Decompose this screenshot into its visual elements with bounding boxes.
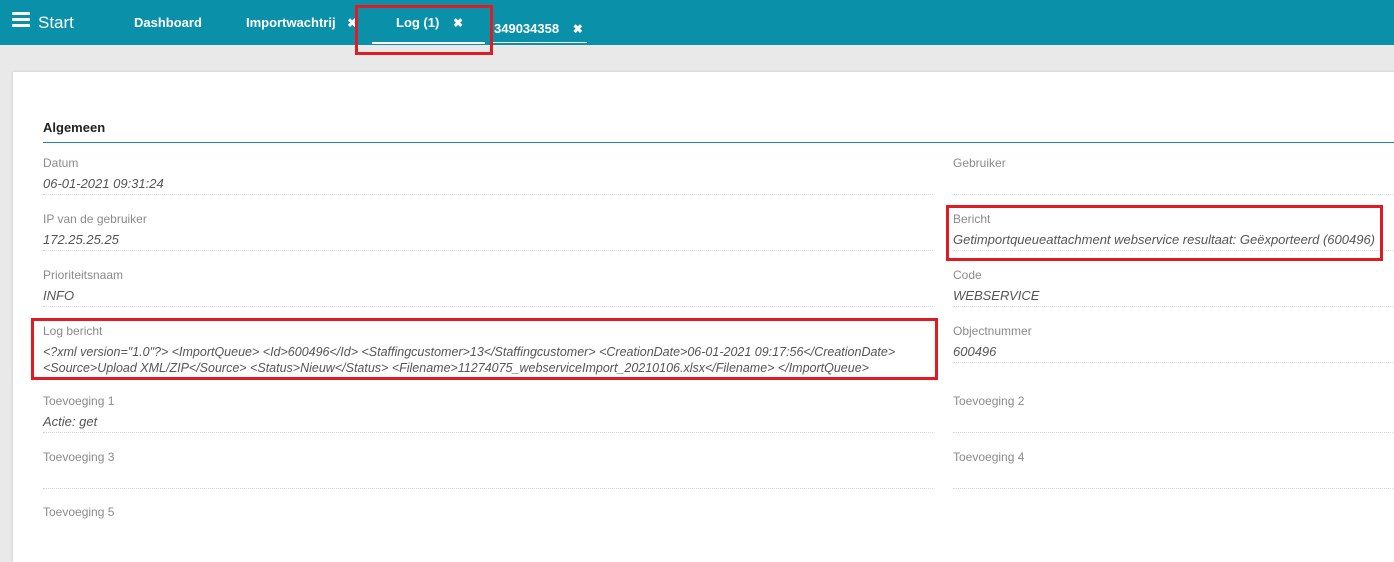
field-value: 172.25.25.25 xyxy=(43,232,119,247)
top-bar: Start Dashboard Importwachtrij ✖ Log (1)… xyxy=(0,0,1394,45)
field-value: INFO xyxy=(43,288,75,303)
field-gebruiker: Gebruiker xyxy=(953,156,1393,196)
field-bericht: Bericht Getimportqueueattachment webserv… xyxy=(953,212,1393,252)
field-value-line-2: <Source>Upload XML/ZIP</Source> <Status>… xyxy=(43,361,869,375)
field-divider xyxy=(43,432,933,434)
field-label: IP van de gebruiker xyxy=(43,212,147,226)
section-title: Algemeen xyxy=(43,120,106,135)
start-label[interactable]: Start xyxy=(38,13,74,33)
tab-log[interactable]: Log (1) ✖ xyxy=(396,15,463,30)
field-label: Code xyxy=(953,268,982,282)
field-label: Prioriteitsnaam xyxy=(43,268,124,282)
tab-label: 349034358 xyxy=(494,21,560,36)
tab-label: Dashboard xyxy=(134,15,202,30)
field-datum: Datum 06-01-2021 09:31:24 xyxy=(43,156,933,196)
field-label: Toevoeging 3 xyxy=(43,450,115,464)
field-label: Toevoeging 2 xyxy=(953,394,1025,408)
close-icon[interactable]: ✖ xyxy=(573,22,583,36)
close-icon[interactable]: ✖ xyxy=(453,16,463,30)
tab-349034358[interactable]: 349034358 ✖ xyxy=(494,21,583,36)
field-divider xyxy=(953,306,1393,308)
close-icon[interactable]: ✖ xyxy=(347,16,357,30)
field-code: Code WEBSERVICE xyxy=(953,268,1393,308)
field-objectnummer: Objectnummer 600496 xyxy=(953,324,1393,364)
field-log-bericht: Log bericht <?xml version="1.0"?> <Impor… xyxy=(43,324,953,384)
tab-importwachtrij[interactable]: Importwachtrij ✖ xyxy=(246,15,357,30)
field-prioriteitsnaam: Prioriteitsnaam INFO xyxy=(43,268,933,308)
active-tab-indicator xyxy=(372,42,485,44)
field-value: Actie: get xyxy=(43,414,98,429)
field-value-line-1: <?xml version="1.0"?> <ImportQueue> <Id>… xyxy=(43,345,896,359)
field-label: Log bericht xyxy=(43,324,103,338)
field-divider xyxy=(43,488,933,490)
field-value: Getimportqueueattachment webservice resu… xyxy=(953,232,1376,247)
field-divider xyxy=(953,250,1393,252)
field-label: Toevoeging 1 xyxy=(43,394,115,408)
field-value: 06-01-2021 09:31:24 xyxy=(43,176,164,191)
field-divider xyxy=(43,250,933,252)
hamburger-menu-icon[interactable] xyxy=(12,12,30,30)
field-divider xyxy=(953,488,1393,490)
tab-label: Importwachtrij xyxy=(246,15,336,30)
field-toevoeging-2: Toevoeging 2 xyxy=(953,394,1393,434)
field-label: Objectnummer xyxy=(953,324,1032,338)
field-toevoeging-4: Toevoeging 4 xyxy=(953,450,1393,490)
field-label: Toevoeging 4 xyxy=(953,450,1025,464)
field-divider xyxy=(953,362,1393,364)
field-toevoeging-3: Toevoeging 3 xyxy=(43,450,933,490)
field-label: Bericht xyxy=(953,212,991,226)
field-value: WEBSERVICE xyxy=(953,288,1040,303)
field-ip: IP van de gebruiker 172.25.25.25 xyxy=(43,212,933,252)
field-toevoeging-1: Toevoeging 1 Actie: get xyxy=(43,394,933,434)
field-divider xyxy=(953,432,1393,434)
field-label: Toevoeging 5 xyxy=(43,505,115,519)
tab-dashboard[interactable]: Dashboard xyxy=(134,15,202,30)
field-label: Datum xyxy=(43,156,79,170)
field-divider xyxy=(953,194,1393,196)
detail-panel: Algemeen Datum 06-01-2021 09:31:24 IP va… xyxy=(13,72,1394,562)
field-value: 600496 xyxy=(953,344,997,359)
field-divider xyxy=(43,306,933,308)
field-label: Gebruiker xyxy=(953,156,1006,170)
tab-indicator xyxy=(492,42,587,43)
tab-label: Log (1) xyxy=(396,15,440,30)
field-divider xyxy=(43,194,933,196)
section-divider xyxy=(43,142,1394,143)
field-toevoeging-5: Toevoeging 5 xyxy=(43,505,933,545)
